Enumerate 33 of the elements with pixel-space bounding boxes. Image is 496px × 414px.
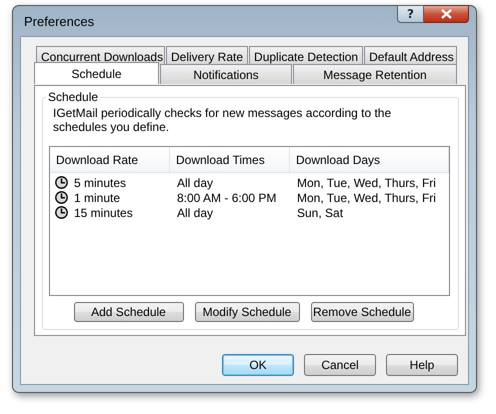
tab[interactable]: Delivery Rate <box>166 46 248 66</box>
ok-button[interactable]: OK <box>222 354 294 376</box>
list-cell[interactable]: Sun, Sat <box>297 206 344 220</box>
clock-icon <box>55 176 68 189</box>
list-cell[interactable]: Mon, Tue, Wed, Thurs, Fri <box>297 176 436 190</box>
list-cell[interactable]: Mon, Tue, Wed, Thurs, Fri <box>297 190 436 204</box>
tab[interactable]: Default Address <box>364 46 458 66</box>
close-button[interactable] <box>424 5 469 23</box>
list-cell[interactable]: 15 minutes <box>74 206 133 220</box>
tab[interactable]: Message Retention <box>292 64 457 84</box>
group-title: Schedule <box>46 90 100 104</box>
tab[interactable]: Notifications <box>160 64 292 84</box>
clock-icon <box>55 191 68 204</box>
column-header[interactable]: Download Times <box>170 147 290 172</box>
tab[interactable]: Schedule <box>34 62 160 84</box>
list-cell[interactable]: All day <box>177 176 214 190</box>
list-cell[interactable]: 5 minutes <box>74 176 126 190</box>
add-schedule-button[interactable]: Add Schedule <box>74 302 184 322</box>
column-header[interactable]: Download Rate <box>50 147 170 172</box>
help-button[interactable]: ? <box>397 5 424 23</box>
clock-icon <box>55 206 68 219</box>
close-icon <box>440 9 452 19</box>
tab[interactable]: Duplicate Detection <box>249 46 364 66</box>
help-dialog-button[interactable]: Help <box>386 354 458 376</box>
remove-schedule-button[interactable]: Remove Schedule <box>310 302 414 322</box>
modify-schedule-button[interactable]: Modify Schedule <box>194 302 300 322</box>
column-header[interactable]: Download Days <box>290 147 449 172</box>
description-text: IGetMail periodically checks for new messages according to the schedules you define. <box>53 106 392 134</box>
list-cell[interactable]: All day <box>177 206 214 220</box>
cancel-button[interactable]: Cancel <box>304 354 376 376</box>
list-cell[interactable]: 1 minute <box>74 190 120 204</box>
list-cell[interactable]: 8:00 AM - 6:00 PM <box>177 190 276 204</box>
window-title: Preferences <box>24 14 96 28</box>
